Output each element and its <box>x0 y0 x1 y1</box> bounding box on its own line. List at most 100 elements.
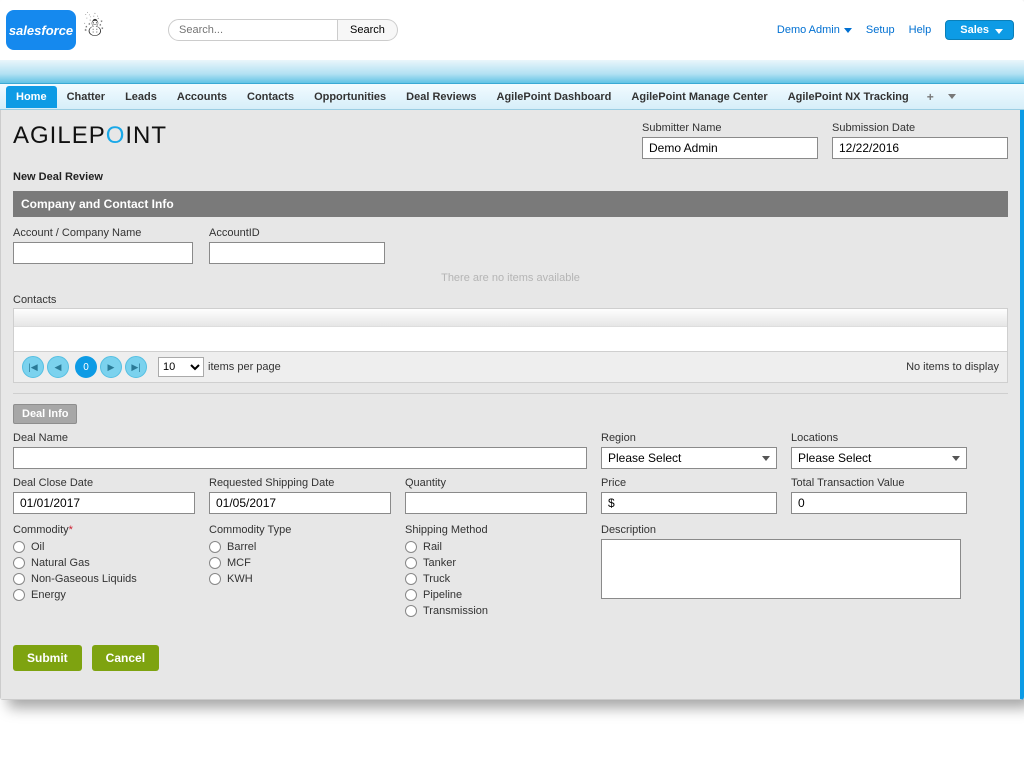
submit-button[interactable]: Submit <box>13 645 82 671</box>
deal-name-label: Deal Name <box>13 432 587 444</box>
submission-date-label: Submission Date <box>832 122 1008 134</box>
deal-info-section-header: Deal Info <box>13 404 77 424</box>
smethod-option-rail[interactable]: Rail <box>405 541 587 553</box>
commodity-type-label: Commodity Type <box>209 524 391 536</box>
commodity-option-non-gaseous[interactable]: Non-Gaseous Liquids <box>13 573 195 585</box>
company-section-header: Company and Contact Info <box>13 191 1008 217</box>
tab-opportunities[interactable]: Opportunities <box>304 86 396 108</box>
submitter-name-input[interactable] <box>642 137 818 159</box>
top-header: salesforce Search Demo Admin Setup Help … <box>0 0 1024 60</box>
page-title: New Deal Review <box>13 171 1008 183</box>
region-label: Region <box>601 432 777 444</box>
quantity-input[interactable] <box>405 492 587 514</box>
shipping-date-label: Requested Shipping Date <box>209 477 391 489</box>
agilepoint-logo: AGILEPOINT <box>13 122 167 150</box>
tab-chatter[interactable]: Chatter <box>57 86 116 108</box>
header-ribbon <box>0 60 1024 84</box>
account-name-label: Account / Company Name <box>13 227 193 239</box>
account-name-input[interactable] <box>13 242 193 264</box>
tab-overflow-button[interactable] <box>948 94 956 99</box>
grid-body <box>14 327 1007 351</box>
add-tab-button[interactable]: + <box>919 90 942 104</box>
commodity-option-oil[interactable]: Oil <box>13 541 195 553</box>
commodity-label: Commodity* <box>13 524 195 536</box>
pager-prev-button[interactable]: ◀ <box>47 356 69 378</box>
setup-link[interactable]: Setup <box>866 24 895 36</box>
divider <box>13 393 1008 394</box>
cancel-button[interactable]: Cancel <box>92 645 159 671</box>
tab-agile-dashboard[interactable]: AgilePoint Dashboard <box>487 86 622 108</box>
price-input[interactable] <box>601 492 777 514</box>
items-per-page-select[interactable]: 10 <box>158 357 204 377</box>
page-body: AGILEPOINT Submitter Name Submission Dat… <box>0 110 1024 700</box>
chevron-down-icon <box>995 29 1003 34</box>
tab-leads[interactable]: Leads <box>115 86 167 108</box>
region-select[interactable]: Please Select <box>601 447 777 469</box>
ctype-option-mcf[interactable]: MCF <box>209 557 391 569</box>
chevron-down-icon <box>762 456 770 461</box>
ctype-option-kwh[interactable]: KWH <box>209 573 391 585</box>
ctype-option-barrel[interactable]: Barrel <box>209 541 391 553</box>
smethod-option-pipeline[interactable]: Pipeline <box>405 589 587 601</box>
shipping-method-label: Shipping Method <box>405 524 587 536</box>
radio-icon <box>13 541 25 553</box>
radio-icon <box>13 589 25 601</box>
quantity-label: Quantity <box>405 477 587 489</box>
search-button[interactable]: Search <box>338 19 398 41</box>
tab-deal-reviews[interactable]: Deal Reviews <box>396 86 486 108</box>
price-label: Price <box>601 477 777 489</box>
grid-empty-message: There are no items available <box>13 270 1008 286</box>
radio-icon <box>209 573 221 585</box>
pager-last-button[interactable]: ▶| <box>125 356 147 378</box>
description-label: Description <box>601 524 961 536</box>
snowman-icon <box>82 10 108 50</box>
radio-icon <box>405 573 417 585</box>
radio-icon <box>13 557 25 569</box>
locations-label: Locations <box>791 432 967 444</box>
items-per-page-label: items per page <box>208 361 281 373</box>
radio-icon <box>209 541 221 553</box>
locations-select[interactable]: Please Select <box>791 447 967 469</box>
account-id-label: AccountID <box>209 227 385 239</box>
contacts-label: Contacts <box>13 294 1008 306</box>
chevron-down-icon <box>844 28 852 33</box>
tab-bar: Home Chatter Leads Accounts Contacts Opp… <box>0 84 1024 110</box>
grid-header <box>14 309 1007 327</box>
radio-icon <box>405 589 417 601</box>
salesforce-logo: salesforce <box>6 10 76 50</box>
help-link[interactable]: Help <box>909 24 932 36</box>
smethod-option-truck[interactable]: Truck <box>405 573 587 585</box>
close-date-input[interactable] <box>13 492 195 514</box>
smethod-option-transmission[interactable]: Transmission <box>405 605 587 617</box>
user-menu[interactable]: Demo Admin <box>777 24 852 36</box>
shipping-date-input[interactable] <box>209 492 391 514</box>
commodity-option-natural-gas[interactable]: Natural Gas <box>13 557 195 569</box>
pager-next-button[interactable]: ▶ <box>100 356 122 378</box>
contacts-grid: |◀ ◀ 0 ▶ ▶| 10 items per page No items t… <box>13 308 1008 383</box>
account-id-input[interactable] <box>209 242 385 264</box>
pager-first-button[interactable]: |◀ <box>22 356 44 378</box>
pager-current-page: 0 <box>75 356 97 378</box>
app-menu-button[interactable]: Sales <box>945 20 1014 40</box>
chevron-down-icon <box>952 456 960 461</box>
ttv-input[interactable] <box>791 492 967 514</box>
ttv-label: Total Transaction Value <box>791 477 967 489</box>
deal-name-input[interactable] <box>13 447 587 469</box>
radio-icon <box>405 541 417 553</box>
tab-home[interactable]: Home <box>6 86 57 108</box>
radio-icon <box>405 557 417 569</box>
tab-contacts[interactable]: Contacts <box>237 86 304 108</box>
radio-icon <box>209 557 221 569</box>
smethod-option-tanker[interactable]: Tanker <box>405 557 587 569</box>
submitter-name-label: Submitter Name <box>642 122 818 134</box>
tab-agile-manage[interactable]: AgilePoint Manage Center <box>621 86 777 108</box>
submission-date-input[interactable] <box>832 137 1008 159</box>
tab-agile-nx[interactable]: AgilePoint NX Tracking <box>778 86 919 108</box>
description-input[interactable] <box>601 539 961 599</box>
radio-icon <box>405 605 417 617</box>
commodity-option-energy[interactable]: Energy <box>13 589 195 601</box>
tab-accounts[interactable]: Accounts <box>167 86 237 108</box>
radio-icon <box>13 573 25 585</box>
close-date-label: Deal Close Date <box>13 477 195 489</box>
search-input[interactable] <box>168 19 338 41</box>
